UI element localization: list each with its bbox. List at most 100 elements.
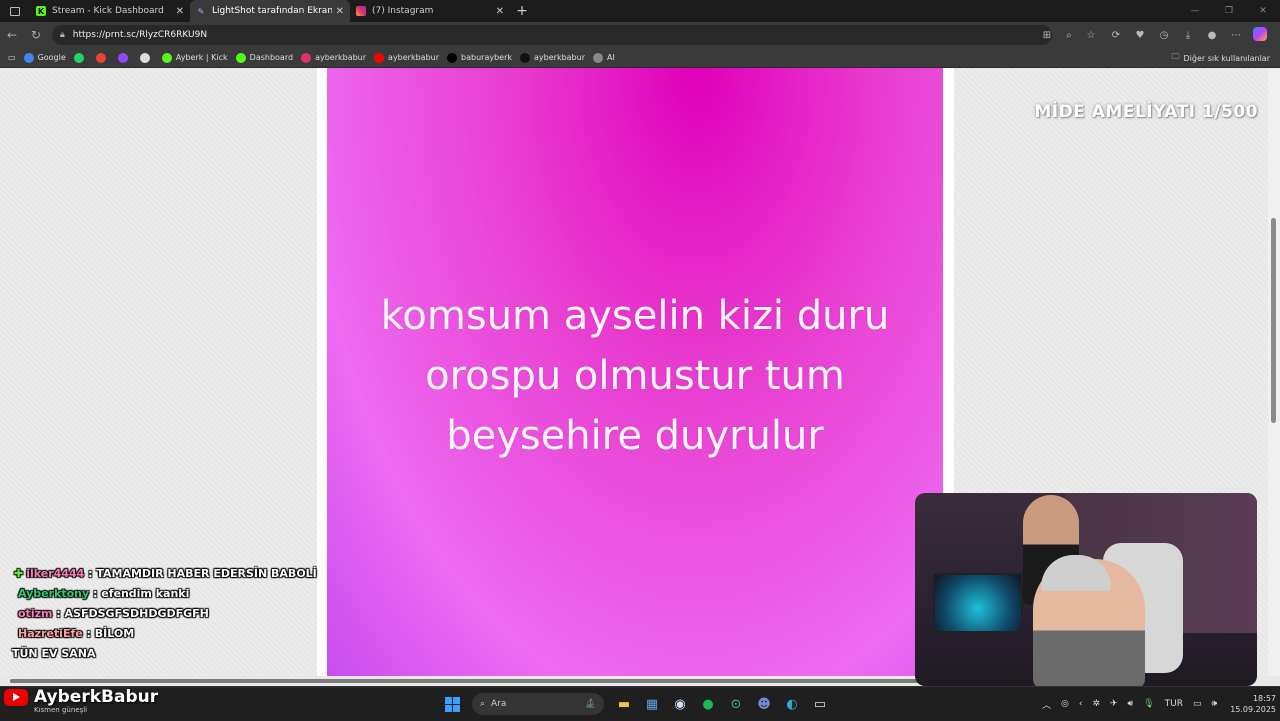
bookmarks-bar: ▭ Google Ayberk | Kick Dashboard ayberkbabu…: [0, 48, 1280, 68]
clock[interactable]: 18:57 15.09.2025: [1230, 693, 1276, 715]
chevron-up-icon[interactable]: ︿: [1042, 698, 1051, 711]
address-bar[interactable]: 🔒︎ https://prnt.sc/RlyzCR6RKU9N: [52, 25, 1052, 45]
new-tab-button[interactable]: +: [510, 3, 534, 19]
bookmark-item[interactable]: ayberkbabur: [301, 52, 367, 63]
tab-kick-dashboard[interactable]: K Stream - Kick Dashboard ✕: [30, 0, 190, 22]
screenshot-line: orospu olmustur tum: [425, 353, 845, 399]
instagram-icon: [356, 6, 366, 16]
webcam-overlay: [915, 493, 1257, 686]
close-tab-icon[interactable]: ✕: [336, 6, 344, 17]
more-options-icon[interactable]: ⋯: [1224, 30, 1248, 41]
bookmark-item[interactable]: [73, 52, 88, 63]
clock-date: 15.09.2025: [1230, 705, 1276, 714]
bookmark-item[interactable]: [95, 52, 110, 63]
other-favorites-folder[interactable]: 🗀︎ Diğer sık kullanılanlar: [1172, 48, 1271, 68]
tray-app-icon[interactable]: ◎: [1061, 699, 1069, 709]
bookmark-item[interactable]: ayberkbabur: [520, 52, 585, 63]
chat-username: Ayberktony: [18, 587, 90, 600]
bookmark-label: ayberkbabur: [315, 53, 367, 62]
youtube-icon: [4, 688, 28, 706]
profile-avatar-icon[interactable]: ●: [1200, 30, 1224, 41]
app-available-icon[interactable]: ⊞: [1036, 30, 1058, 41]
network-icon[interactable]: ▭: [1193, 699, 1202, 709]
bookmark-item[interactable]: AI: [593, 52, 615, 63]
chat-username: otizm: [18, 607, 53, 620]
whatsapp-icon: [73, 52, 84, 63]
maximize-icon[interactable]: ❐: [1212, 6, 1246, 16]
download-icon[interactable]: ⤓: [1176, 30, 1200, 41]
bookmark-item[interactable]: Dashboard: [235, 52, 293, 63]
screenshot-line: beysehire duyrulur: [446, 413, 824, 459]
tab-lightshot[interactable]: ✎ LightShot tarafından Ekran Görün ✕: [190, 0, 350, 22]
back-icon[interactable]: ←: [0, 28, 24, 42]
chat-text: TAMAMDIR HABER EDERSİN BABOLİ: [96, 567, 317, 580]
close-tab-icon[interactable]: ✕: [176, 6, 184, 17]
search-highlight-icon: ⛵︎: [584, 699, 596, 709]
lock-icon[interactable]: 🔒︎: [60, 30, 65, 40]
bookmark-item[interactable]: Google: [23, 52, 66, 63]
youtube-icon: [374, 52, 385, 63]
system-tray: ︿ ◎ ‹ ✲ ✈︎ 🔊︎ 🎙︎ TUR ▭ 🕪︎ 18:57 15.09.20…: [1037, 687, 1276, 721]
bookmark-item[interactable]: [139, 52, 154, 63]
edge-icon[interactable]: ◐: [778, 687, 806, 721]
ms-store-icon[interactable]: ▦: [638, 687, 666, 721]
spotify-icon[interactable]: ●: [694, 687, 722, 721]
stream-goal-overlay: MİDE AMELİYATI 1/500: [1034, 102, 1258, 122]
url-text: https://prnt.sc/RlyzCR6RKU9N: [72, 30, 208, 40]
extensions-icon[interactable]: ⟳: [1104, 30, 1128, 41]
bookmark-item[interactable]: ayberkbabur: [374, 52, 440, 63]
vertical-scrollbar[interactable]: [1268, 68, 1280, 676]
favorites-icon[interactable]: ♥: [1128, 30, 1152, 41]
chat-message: ✚ ilker4444 : TAMAMDIR HABER EDERSİN BABO…: [14, 564, 317, 584]
close-tab-icon[interactable]: ✕: [496, 6, 504, 17]
minimize-icon[interactable]: —: [1178, 6, 1212, 16]
chat-text: efendim kanki: [101, 587, 190, 600]
microphone-icon[interactable]: 🎙︎: [1143, 699, 1154, 709]
gmail-icon: [95, 52, 106, 63]
folder-icon: 🗀︎: [1171, 52, 1180, 61]
terminal-icon[interactable]: ▭: [806, 687, 834, 721]
bookmark-item[interactable]: [117, 52, 132, 63]
diamond-icon: [139, 52, 150, 63]
bookmark-bar-toggle-icon[interactable]: ▭: [8, 53, 16, 62]
discord-icon[interactable]: ☻: [750, 687, 778, 721]
steam-tray-icon[interactable]: ✈︎: [1110, 699, 1118, 709]
chat-separator: :: [89, 587, 102, 600]
screenshot-line: komsum ayselin kizi duru: [380, 293, 890, 339]
clock-time: 18:57: [1252, 694, 1276, 703]
close-window-icon[interactable]: ✕: [1246, 6, 1280, 16]
chat-username: ilker4444: [26, 567, 85, 580]
chat-separator: :: [84, 567, 97, 580]
tab-title: (7) Instagram: [372, 6, 434, 16]
lightshot-icon: ✎: [197, 6, 205, 16]
language-indicator[interactable]: TUR: [1165, 699, 1183, 709]
favorite-star-icon[interactable]: ☆: [1080, 30, 1102, 41]
windows-start-icon[interactable]: [438, 687, 466, 721]
refresh-icon[interactable]: ↻: [24, 28, 48, 42]
bookmark-item[interactable]: baburayberk: [447, 52, 512, 63]
google-icon: [23, 52, 34, 63]
history-icon[interactable]: ◷: [1152, 30, 1176, 41]
tab-actions-icon[interactable]: [0, 0, 30, 22]
tray-app-icon[interactable]: ✲: [1092, 699, 1100, 709]
kick-icon: [235, 52, 246, 63]
file-explorer-icon[interactable]: ▬: [610, 687, 638, 721]
scroll-thumb[interactable]: [1271, 218, 1276, 423]
taskbar-search[interactable]: ⌕ Ara ⛵︎: [472, 693, 604, 715]
bookmark-item[interactable]: Ayberk | Kick: [161, 52, 228, 63]
zoom-icon[interactable]: ⌕: [1058, 30, 1080, 41]
bookmark-label: ayberkbabur: [388, 53, 440, 62]
bookmark-label: Google: [37, 53, 66, 62]
tab-instagram[interactable]: (7) Instagram ✕: [350, 0, 510, 22]
steam-icon[interactable]: ◉: [666, 687, 694, 721]
speaker-icon[interactable]: 🕪︎: [1212, 699, 1218, 709]
chat-separator: :: [82, 627, 95, 640]
obs-icon[interactable]: ⊙: [722, 687, 750, 721]
copilot-icon[interactable]: [1248, 26, 1272, 44]
volume-icon[interactable]: 🔊︎: [1128, 699, 1134, 709]
chat-text: ASFDSGFSDHDGDFGFH: [64, 607, 209, 620]
bookmark-label: AI: [607, 53, 615, 62]
weather-widget[interactable]: Kısmen güneşli: [34, 706, 87, 714]
bookmark-label: Ayberk | Kick: [175, 53, 228, 62]
tray-app-icon[interactable]: ‹: [1079, 699, 1083, 709]
